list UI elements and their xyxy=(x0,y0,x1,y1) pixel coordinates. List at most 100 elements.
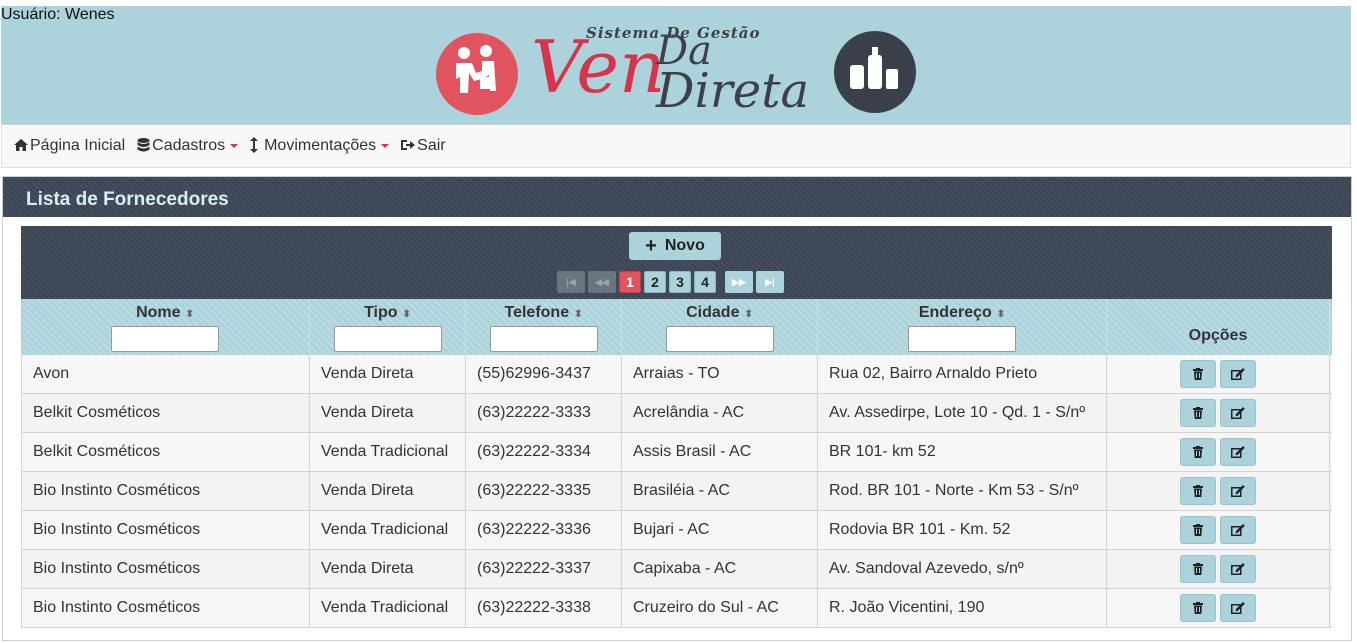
grid-toolbar: + Novo |◀ ◀◀ 1 2 3 4 ▶▶ ▶| xyxy=(21,226,1332,299)
cell-nome: Belkit Cosméticos xyxy=(21,433,310,471)
table-row: Bio Instinto Cosméticos Venda Direta (63)2… xyxy=(21,550,1332,589)
col-endereco[interactable]: Endereço ⬍ xyxy=(818,299,1107,355)
nav-sair[interactable]: Sair xyxy=(401,137,446,155)
page-1[interactable]: 1 xyxy=(619,271,641,293)
cell-tipo: Venda Tradicional xyxy=(310,433,466,471)
endereco-filter-input[interactable] xyxy=(908,326,1016,352)
edit-icon[interactable] xyxy=(1220,438,1256,466)
col-telefone[interactable]: Telefone ⬍ xyxy=(466,299,622,355)
cell-cidade: Bujari - AC xyxy=(622,511,818,549)
cidade-filter-input[interactable] xyxy=(665,326,774,352)
first-page-icon[interactable]: |◀ xyxy=(557,271,585,293)
cell-cidade: Brasiléia - AC xyxy=(622,472,818,510)
edit-icon[interactable] xyxy=(1220,594,1256,622)
nav-cadastros-label: Cadastros xyxy=(152,137,226,154)
col-cidade[interactable]: Cidade ⬍ xyxy=(622,299,818,355)
cell-opcoes xyxy=(1107,472,1330,510)
nav-home-label: Página Inicial xyxy=(30,137,126,154)
telefone-filter-input[interactable] xyxy=(489,326,598,352)
col-tipo-label: Tipo xyxy=(364,304,398,321)
navbar: Página Inicial Cadastros Movimentações S… xyxy=(1,124,1351,168)
next-page-icon[interactable]: ▶▶ xyxy=(725,271,753,293)
nav-cadastros[interactable]: Cadastros xyxy=(137,137,239,155)
col-nome[interactable]: Nome ⬍ xyxy=(21,299,310,355)
pagination: |◀ ◀◀ 1 2 3 4 ▶▶ ▶| xyxy=(557,271,787,293)
sort-icon: ⬍ xyxy=(574,309,583,320)
col-nome-label: Nome xyxy=(136,304,181,321)
cosmetics-logo-icon xyxy=(834,31,916,113)
table-row: Belkit Cosméticos Venda Direta (63)22222-3… xyxy=(21,394,1332,433)
col-cidade-label: Cidade xyxy=(686,304,740,321)
prev-page-icon[interactable]: ◀◀ xyxy=(588,271,616,293)
handshake-logo-icon xyxy=(436,33,518,115)
trash-icon[interactable] xyxy=(1180,360,1216,388)
table-row: Bio Instinto Cosméticos Venda Tradicional… xyxy=(21,511,1332,550)
nav-home[interactable]: Página Inicial xyxy=(14,137,125,155)
trash-icon[interactable] xyxy=(1180,399,1216,427)
logo: Sistema De Gestão Ven Da Direta xyxy=(436,24,916,119)
trash-icon[interactable] xyxy=(1180,555,1216,583)
cell-tipo: Venda Direta xyxy=(310,550,466,588)
cell-telefone: (63)22222-3333 xyxy=(466,394,622,432)
cell-endereco: BR 101- km 52 xyxy=(818,433,1107,471)
vertical-arrows-icon xyxy=(250,136,259,156)
trash-icon[interactable] xyxy=(1180,438,1216,466)
trash-icon[interactable] xyxy=(1180,594,1216,622)
cell-opcoes xyxy=(1107,589,1330,627)
table-row: Belkit Cosméticos Venda Tradicional (63)22… xyxy=(21,433,1332,472)
sort-icon: ⬍ xyxy=(402,309,411,320)
home-icon xyxy=(14,138,28,154)
tipo-filter-input[interactable] xyxy=(333,326,442,352)
cell-cidade: Arraias - TO xyxy=(622,355,818,393)
nome-filter-input[interactable] xyxy=(111,326,219,352)
cell-nome: Avon xyxy=(21,355,310,393)
cell-nome: Bio Instinto Cosméticos xyxy=(21,589,310,627)
cell-telefone: (63)22222-3337 xyxy=(466,550,622,588)
cell-nome: Bio Instinto Cosméticos xyxy=(21,472,310,510)
trash-icon[interactable] xyxy=(1180,477,1216,505)
col-telefone-label: Telefone xyxy=(504,304,570,321)
last-page-icon[interactable]: ▶| xyxy=(756,271,784,293)
col-opcoes-label: Opções xyxy=(1188,327,1248,344)
col-endereco-label: Endereço xyxy=(918,304,992,321)
cell-cidade: Cruzeiro do Sul - AC xyxy=(622,589,818,627)
logo-ven: Ven xyxy=(531,25,666,109)
edit-icon[interactable] xyxy=(1220,555,1256,583)
page-3[interactable]: 3 xyxy=(669,271,691,293)
page-2[interactable]: 2 xyxy=(644,271,666,293)
cell-tipo: Venda Tradicional xyxy=(310,589,466,627)
cell-endereco: Av. Assedirpe, Lote 10 - Qd. 1 - S/nº xyxy=(818,394,1107,432)
cell-telefone: (63)22222-3336 xyxy=(466,511,622,549)
cell-telefone: (55)62996-3437 xyxy=(466,355,622,393)
logo-direta: Direta xyxy=(656,63,810,119)
edit-icon[interactable] xyxy=(1220,399,1256,427)
cell-cidade: Capixaba - AC xyxy=(622,550,818,588)
panel-title: Lista de Fornecedores xyxy=(3,177,1351,217)
cell-cidade: Acrelândia - AC xyxy=(622,394,818,432)
nav-movimentacoes[interactable]: Movimentações xyxy=(250,136,390,156)
cell-telefone: (63)22222-3334 xyxy=(466,433,622,471)
edit-icon[interactable] xyxy=(1220,477,1256,505)
cell-telefone: (63)22222-3338 xyxy=(466,589,622,627)
sort-icon: ⬍ xyxy=(996,309,1006,320)
sort-icon: ⬍ xyxy=(744,309,753,320)
table-row: Bio Instinto Cosméticos Venda Tradicional… xyxy=(21,589,1332,628)
new-supplier-button[interactable]: + Novo xyxy=(629,232,721,260)
page-4[interactable]: 4 xyxy=(694,271,716,293)
col-tipo[interactable]: Tipo ⬍ xyxy=(310,299,466,355)
new-button-label: Novo xyxy=(664,237,705,254)
cell-telefone: (63)22222-3335 xyxy=(466,472,622,510)
trash-icon[interactable] xyxy=(1180,516,1216,544)
sort-icon: ⬍ xyxy=(185,309,194,320)
chevron-down-icon xyxy=(230,144,239,148)
cell-endereco: Av. Sandoval Azevedo, s/nº xyxy=(818,550,1107,588)
cell-endereco: Rodovia BR 101 - Km. 52 xyxy=(818,511,1107,549)
sign-out-icon xyxy=(401,138,416,154)
cell-endereco: Rua 02, Bairro Arnaldo Prieto xyxy=(818,355,1107,393)
table-header: Nome ⬍ Tipo ⬍ Telefone ⬍ Cidade ⬍ Endereço ⬍ … xyxy=(21,299,1332,355)
edit-icon[interactable] xyxy=(1220,516,1256,544)
cell-tipo: Venda Direta xyxy=(310,472,466,510)
edit-icon[interactable] xyxy=(1220,360,1256,388)
chevron-down-icon xyxy=(381,144,390,148)
cell-tipo: Venda Tradicional xyxy=(310,511,466,549)
